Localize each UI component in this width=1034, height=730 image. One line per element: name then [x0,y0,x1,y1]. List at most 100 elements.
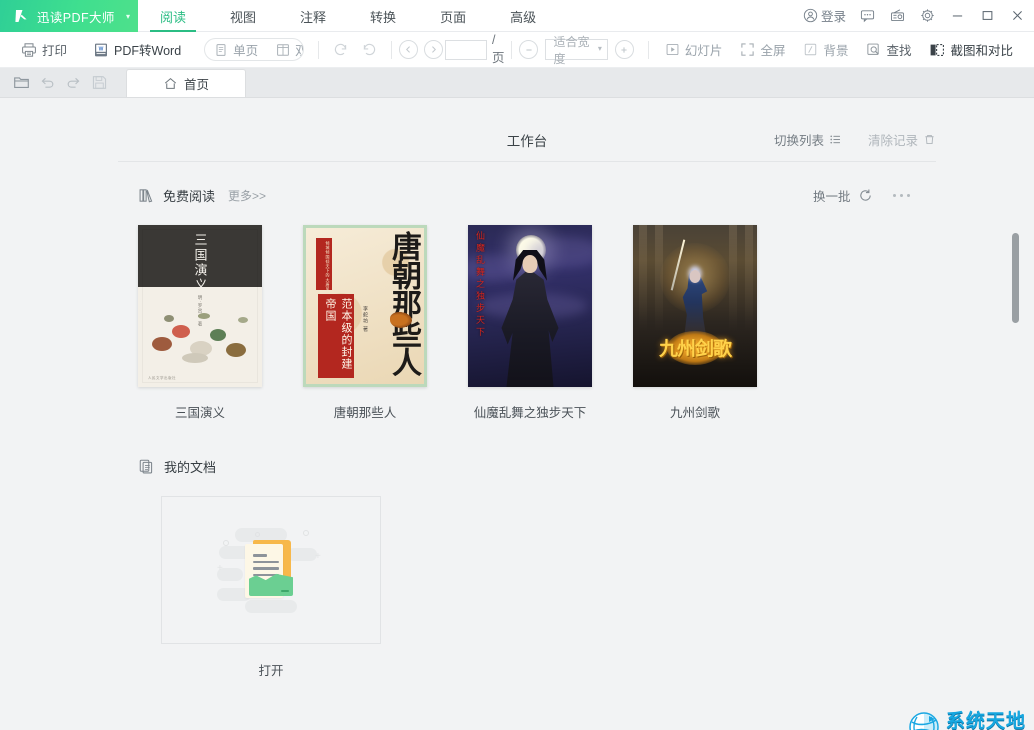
tab-convert-label: 转换 [370,7,396,26]
tab-read[interactable]: 阅读 [138,0,208,32]
print-button[interactable]: 打印 [12,37,76,63]
book-card[interactable]: 九州剑歌 九州剑歌 [633,225,757,421]
book-card[interactable]: 三国演义 明·罗贯中 著 人民 [138,225,262,421]
tab-advanced-label: 高级 [510,7,536,26]
radio-icon[interactable] [882,0,912,32]
app-logo-block[interactable]: 迅读PDF大师 ▾ [0,0,138,32]
zoom-level-select[interactable]: 适合宽度 ▾ [545,39,607,60]
cover-title-text: 九州剑歌 [633,334,757,361]
chevron-down-icon[interactable]: ▾ [126,13,130,21]
pdf-to-word-button[interactable]: W PDF转Word [84,37,190,63]
free-reading-more-link[interactable]: 更多>> [228,187,266,204]
slideshow-label: 幻灯片 [685,40,723,59]
rotate-counterclockwise-button[interactable] [355,37,384,63]
document-icon [138,458,155,475]
single-page-icon [214,43,228,57]
next-page-button[interactable] [424,40,443,59]
page-number-input[interactable] [445,40,487,60]
switch-list-button[interactable]: 切换列表 [774,130,842,149]
background-label: 背景 [823,40,848,59]
tab-convert[interactable]: 转换 [348,0,418,32]
workbench-title: 工作台 [507,130,548,150]
book-card[interactable]: 仙魔乱舞之独步天下 仙魔乱舞之独步天下 [468,225,592,421]
page-mode-group: 单页 双页 [204,38,304,61]
list-icon [829,133,842,146]
rotate-clockwise-button[interactable] [326,37,355,63]
clear-history-button[interactable]: 清除记录 [868,130,936,149]
fullscreen-label: 全屏 [760,40,785,59]
message-icon[interactable] [852,0,882,32]
menu-tabs: 阅读 视图 注释 转换 页面 高级 [138,0,558,31]
content-scrollbar-thumb[interactable] [1012,233,1019,323]
screenshot-compare-icon [929,42,945,58]
watermark: 系统天地 XiTongTianDi.net [907,710,1026,730]
print-label: 打印 [42,40,67,59]
open-document-card[interactable]: + + [161,496,381,644]
tab-annotate-label: 注释 [300,7,326,26]
home-tab-label: 首页 [184,74,209,93]
svg-text:W: W [99,46,104,52]
book-card[interactable]: 倾城倾国倾天下的大唐风华录 唐朝那些人 范本级的封建帝国 李舵坊 著 唐朝那些人 [303,225,427,421]
home-content-area: 工作台 切换列表 清除记录 [0,98,1034,730]
title-bar-actions: 登录 [797,0,1034,31]
open-file-button[interactable] [8,67,34,97]
zoom-out-button[interactable] [519,40,538,59]
app-logo-icon [12,7,30,25]
slideshow-button[interactable]: 幻灯片 [656,37,732,63]
document-tab-strip: 首页 [0,68,1034,98]
fullscreen-button[interactable]: 全屏 [731,37,794,63]
printer-icon [21,42,37,58]
tab-annotate[interactable]: 注释 [278,0,348,32]
minimize-button[interactable] [942,0,972,32]
zoom-in-button[interactable] [615,40,634,59]
book-cover: 三国演义 明·罗贯中 著 人民 [138,225,262,387]
cover-frame [142,229,258,383]
divider [391,41,392,59]
find-icon [866,42,881,57]
gear-icon[interactable] [912,0,942,32]
refresh-books-button[interactable]: 换一批 [813,186,873,205]
cover-title-text: 唐朝那些人 [388,231,418,386]
tab-page[interactable]: 页面 [418,0,488,32]
maximize-button[interactable] [972,0,1002,32]
divider [648,41,649,59]
my-documents-title: 我的文档 [164,457,216,476]
single-page-button[interactable]: 单页 [205,39,267,60]
main-toolbar: 打印 W PDF转Word 单页 [0,32,1034,68]
login-button[interactable]: 登录 [797,0,852,32]
chevron-down-icon: ▾ [598,44,602,53]
books-icon [138,187,155,204]
tab-advanced[interactable]: 高级 [488,0,558,32]
cover-title-text: 仙魔乱舞之独步天下 [474,231,487,379]
app-logo-label: 迅读PDF大师 [37,7,115,26]
book-title: 九州剑歌 [633,402,757,421]
book-title: 三国演义 [138,402,262,421]
refresh-icon [858,188,873,203]
home-tab[interactable]: 首页 [126,69,246,97]
undo-button[interactable] [34,67,60,97]
word-file-icon: W [93,42,109,58]
find-button[interactable]: 查找 [857,37,920,63]
save-button[interactable] [86,67,112,97]
open-document-label: 打开 [161,660,381,679]
watermark-cn-label: 系统天地 [946,712,1026,730]
cover-horse-art [390,312,412,328]
switch-list-label: 切换列表 [774,130,824,149]
tab-page-label: 页面 [440,7,466,26]
title-bar: 迅读PDF大师 ▾ 阅读 视图 注释 转换 页面 高级 登录 [0,0,1034,32]
double-page-label: 双页 [295,40,304,59]
book-cover: 仙魔乱舞之独步天下 [468,225,592,387]
screenshot-compare-button[interactable]: 截图和对比 [920,37,1022,63]
home-icon [163,76,178,91]
redo-button[interactable] [60,67,86,97]
prev-page-button[interactable] [399,40,418,59]
double-page-button[interactable]: 双页 [267,39,304,60]
workbench-actions: 切换列表 清除记录 [774,130,936,149]
tab-view[interactable]: 视图 [208,0,278,32]
free-reading-header: 免费阅读 更多>> 换一批 [138,186,914,205]
book-title: 仙魔乱舞之独步天下 [468,402,592,421]
close-button[interactable] [1002,0,1032,32]
background-button[interactable]: 背景 [794,37,857,63]
more-dots-icon[interactable] [889,194,915,198]
pdf-to-word-label: PDF转Word [114,40,181,59]
